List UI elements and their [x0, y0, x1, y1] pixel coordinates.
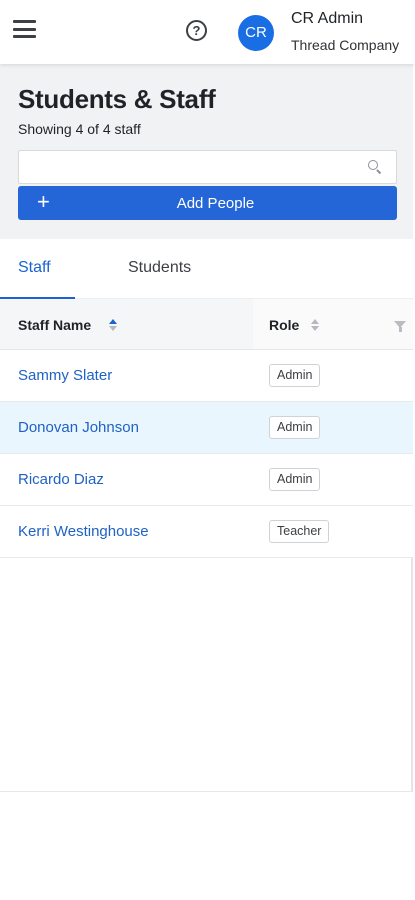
sort-icon[interactable] [311, 319, 319, 331]
column-header-staff-name[interactable]: Staff Name [18, 317, 91, 333]
app-frame: ? CR CR Admin Thread Company Students & … [0, 0, 415, 792]
top-bar: ? CR CR Admin Thread Company [0, 0, 415, 64]
tab-staff[interactable]: Staff [18, 259, 51, 277]
staff-name-link[interactable]: Ricardo Diaz [18, 471, 104, 488]
staff-name-link[interactable]: Kerri Westinghouse [18, 523, 149, 540]
help-icon[interactable]: ? [186, 20, 207, 41]
search-icon[interactable] [368, 160, 382, 175]
role-badge: Admin [269, 468, 321, 491]
table-row[interactable]: Donovan Johnson Admin [0, 402, 413, 454]
user-company: Thread Company [291, 37, 400, 53]
search-input[interactable] [19, 151, 359, 183]
search-field[interactable] [18, 150, 397, 184]
role-badge: Admin [269, 364, 321, 387]
column-header-role[interactable]: Role [269, 317, 299, 333]
table-header: Staff Name Role [0, 299, 413, 350]
avatar[interactable]: CR [238, 15, 274, 51]
page-title: Students & Staff [18, 84, 216, 114]
tab-students[interactable]: Students [128, 259, 191, 277]
table-row[interactable]: Kerri Westinghouse Teacher [0, 506, 413, 558]
role-badge: Admin [269, 416, 321, 439]
filter-icon[interactable] [394, 321, 406, 332]
add-people-button[interactable]: + Add People [18, 186, 397, 220]
user-name: CR Admin [291, 10, 364, 27]
staff-name-link[interactable]: Sammy Slater [18, 367, 112, 384]
table-row[interactable]: Ricardo Diaz Admin [0, 454, 413, 506]
result-count: Showing 4 of 4 staff [18, 121, 141, 137]
sort-icon[interactable] [109, 319, 117, 331]
add-people-label: Add People [176, 195, 255, 212]
hamburger-icon[interactable] [13, 20, 36, 38]
page-header-panel: Students & Staff Showing 4 of 4 staff + … [0, 64, 413, 239]
table-row[interactable]: Sammy Slater Admin [0, 350, 413, 402]
staff-name-link[interactable]: Donovan Johnson [18, 419, 139, 436]
role-badge: Teacher [269, 520, 330, 543]
tab-bar: Staff Students [0, 239, 413, 299]
